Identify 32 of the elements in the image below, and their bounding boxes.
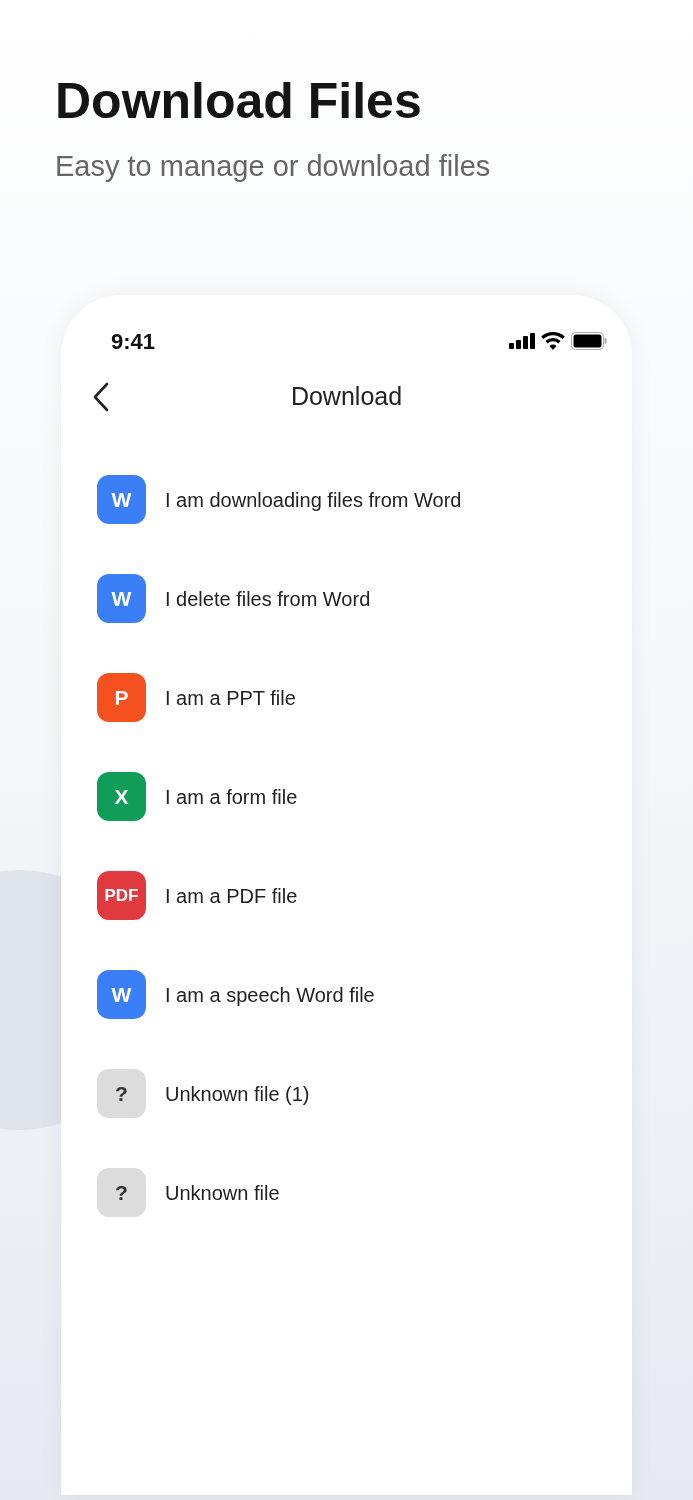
file-name: Unknown file xyxy=(165,1180,280,1206)
status-time: 9:41 xyxy=(111,327,156,356)
file-row[interactable]: P I am a PPT file xyxy=(61,648,632,747)
file-row[interactable]: W I am a speech Word file xyxy=(61,945,632,1044)
file-name: I delete files from Word xyxy=(165,586,371,612)
page-subtitle: Easy to manage or download files xyxy=(55,149,492,184)
file-row[interactable]: X I am a form file xyxy=(61,747,632,846)
file-name: I am a form file xyxy=(165,784,298,810)
file-name: I am a PPT file xyxy=(165,685,296,711)
file-type-badge: ? xyxy=(97,1168,146,1217)
wifi-icon xyxy=(541,332,565,350)
file-row[interactable]: ? Unknown file (1) xyxy=(61,1044,632,1143)
file-name: I am a PDF file xyxy=(165,883,298,909)
file-type-badge: PDF xyxy=(97,871,146,920)
file-row[interactable]: W I am downloading files from Word xyxy=(61,450,632,549)
file-row[interactable]: PDF I am a PDF file xyxy=(61,846,632,945)
file-name: I am downloading files from Word xyxy=(165,487,462,513)
file-row[interactable]: W I delete files from Word xyxy=(61,549,632,648)
signal-icon xyxy=(509,333,535,349)
back-icon xyxy=(93,382,109,412)
file-row[interactable]: ? Unknown file xyxy=(61,1143,632,1242)
file-type-badge: ? xyxy=(97,1069,146,1118)
file-type-badge: P xyxy=(97,673,146,722)
file-name: I am a speech Word file xyxy=(165,982,375,1008)
file-type-badge: W xyxy=(97,970,146,1019)
file-type-badge: W xyxy=(97,574,146,623)
file-type-badge: W xyxy=(97,475,146,524)
screen-title: Download xyxy=(290,381,403,413)
file-name: Unknown file (1) xyxy=(165,1081,310,1107)
page-title: Download Files xyxy=(55,72,423,131)
file-type-badge: X xyxy=(97,772,146,821)
battery-icon xyxy=(571,332,607,350)
